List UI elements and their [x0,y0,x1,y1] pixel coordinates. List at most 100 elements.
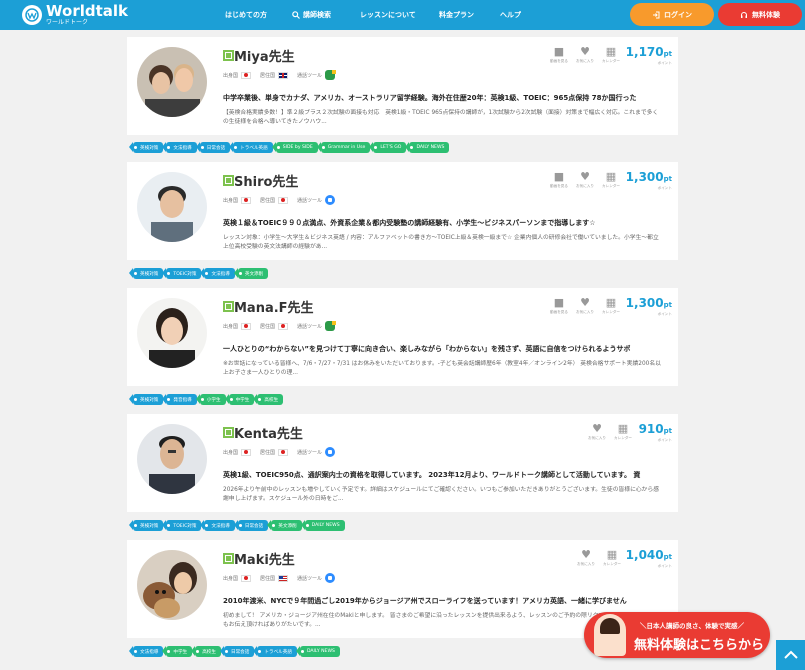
favorite-button[interactable]: ♥ お気に入り [572,297,598,315]
japan-flag-icon [241,196,252,204]
tag[interactable]: DAILY NEWS [405,142,450,153]
teacher-card[interactable]: Shiro先生 出身国 居住国 通話ツール 英検１級＆TOEIC９９０点満点、外… [127,162,678,260]
card-actions: ♥ お気に入り ▦ カレンダー [573,549,625,567]
tag[interactable]: 文法指導 [162,142,197,153]
teacher-meta: 出身国 居住国 通話ツール [223,573,336,583]
japan-flag-icon [241,322,252,330]
tag[interactable]: TOEIC対策 [162,520,202,531]
heart-icon: ♥ [580,170,590,183]
tag[interactable]: LET'S GO [369,142,407,153]
nav-beginners[interactable]: はじめての方 [225,10,285,20]
video-button[interactable]: ■ 動画を見る [546,46,572,64]
teacher-headline: 2010年渡米、NYCで９年間過ごし2019年からジョージア州でスローライフを送… [223,597,627,605]
tag[interactable]: 英検対策 [128,394,164,405]
calendar-button[interactable]: ▦ カレンダー [598,297,624,315]
video-icon: ■ [553,170,565,183]
heart-icon: ♥ [581,548,591,561]
certified-badge-icon [223,50,234,61]
teacher-avatar[interactable] [137,550,207,620]
teacher-name[interactable]: Kenta先生 [234,423,303,442]
site-logo[interactable]: Worldtalk ワールドトーク [22,4,128,26]
favorite-button[interactable]: ♥ お気に入り [573,549,599,567]
tag[interactable]: トラベル英語 [253,646,297,657]
teacher-avatar[interactable] [137,424,207,494]
nav-pricing[interactable]: 料金プラン [439,10,489,20]
teacher-avatar[interactable] [137,172,207,242]
calendar-icon: ▦ [605,45,617,58]
japan-flag-icon [241,574,252,582]
nav-help[interactable]: ヘルプ [500,10,540,20]
logo-icon [22,5,42,25]
tag[interactable]: DAILY NEWS [300,520,345,531]
tag[interactable]: 文法指導 [200,268,235,279]
video-button[interactable]: ■ 動画を見る [546,171,572,189]
japan-flag-icon [241,448,252,456]
teacher-name[interactable]: Maki先生 [234,549,295,568]
free-trial-button[interactable]: 無料体験 [718,3,802,26]
lesson-price: 1,300pt ポイント [625,296,672,316]
tag[interactable]: 英検対策 [128,142,164,153]
tag-list: 英検対策 TOEIC対策 文法指導 英文添削 [128,268,269,279]
free-trial-banner[interactable]: ＼日本人講師の良さ、体験で実感／ 無料体験はこちらから [584,612,770,658]
tag[interactable]: 小学生 [195,394,226,405]
login-button[interactable]: ログイン [630,3,714,26]
tag[interactable]: 英検対策 [128,520,164,531]
heart-icon: ♥ [592,422,602,435]
tag[interactable]: 英文添削 [267,520,302,531]
nav-teacher-search[interactable]: 講師検索 [292,10,352,20]
tag[interactable]: SIDE by SIDE [271,142,318,153]
card-actions: ♥ お気に入り ▦ カレンダー [584,423,636,441]
heart-icon: ♥ [580,45,590,58]
favorite-button[interactable]: ♥ お気に入り [572,46,598,64]
teacher-name[interactable]: Shiro先生 [234,171,298,190]
tag[interactable]: 文法指導 [200,520,235,531]
calendar-button[interactable]: ▦ カレンダー [599,549,625,567]
calendar-button[interactable]: ▦ カレンダー [598,46,624,64]
calendar-icon: ▦ [605,296,617,309]
tag[interactable]: 日常会話 [233,520,269,531]
tag[interactable]: 英文添削 [233,268,269,279]
teacher-meta: 出身国 居住国 通話ツール [223,321,337,331]
calendar-icon: ▦ [606,548,618,561]
tag[interactable]: 中学生 [224,394,255,405]
calendar-button[interactable]: ▦ カレンダー [610,423,636,441]
favorite-button[interactable]: ♥ お気に入り [572,171,598,189]
tag[interactable]: Grammar in Use [316,142,371,153]
tag[interactable]: 高校生 [253,394,284,405]
favorite-button[interactable]: ♥ お気に入り [584,423,610,441]
tag-list: 英検対策 文法指導 日常会話 トラベル英語 SIDE by SIDE Gramm… [128,142,450,153]
lesson-price: 1,300pt ポイント [625,170,672,190]
teacher-card[interactable]: Mana.F先生 出身国 居住国 通話ツール 一人ひとりの“わからない”を見つけ… [127,288,678,386]
teacher-avatar[interactable] [137,47,207,117]
video-button[interactable]: ■ 動画を見る [546,297,572,315]
tag[interactable]: トラベル英語 [229,142,273,153]
us-flag-icon [278,574,289,582]
uk-flag-icon [278,71,289,79]
teacher-card[interactable]: Kenta先生 出身国 居住国 通話ツール 英検1級、TOEIC950点、通訳案… [127,414,678,512]
teacher-headline: 中学卒業後、単身でカナダ、アメリカ、オーストラリア留学経験。海外在住歴20年：英… [223,94,637,102]
tag[interactable]: 発音指導 [162,394,197,405]
tag[interactable]: 日常会話 [219,646,255,657]
logo-name: Worldtalk [46,2,129,20]
tag[interactable]: DAILY NEWS [295,646,340,657]
tag-list: 英検対策 発音指導 小学生 中学生 高校生 [128,394,284,405]
teacher-meta: 出身国 居住国 通話ツール [223,70,337,80]
teacher-name[interactable]: Miya先生 [234,46,295,65]
scroll-to-top-button[interactable] [776,640,805,670]
tag[interactable]: TOEIC対策 [162,268,202,279]
nav-about-lessons[interactable]: レッスンについて [360,10,430,20]
teacher-name[interactable]: Mana.F先生 [234,297,314,316]
teacher-description: レッスン対象：小学生～大学生＆ビジネス英語 / 内容：アルファベットの書き方～T… [223,235,659,250]
video-icon: ■ [553,45,565,58]
calendar-button[interactable]: ▦ カレンダー [598,171,624,189]
teacher-card[interactable]: Miya先生 出身国 居住国 通話ツール 中学卒業後、単身でカナダ、アメリカ、オ… [127,37,678,135]
tag[interactable]: 日常会話 [195,142,231,153]
logo-subtitle: ワールドトーク [46,19,89,26]
teacher-photo [594,614,626,656]
tag[interactable]: 中学生 [162,646,193,657]
google-meet-icon [325,70,337,80]
teacher-avatar[interactable] [137,298,207,368]
tag[interactable]: 高校生 [191,646,221,657]
tag[interactable]: 英検対策 [128,268,164,279]
tag[interactable]: 文法指導 [128,646,164,657]
